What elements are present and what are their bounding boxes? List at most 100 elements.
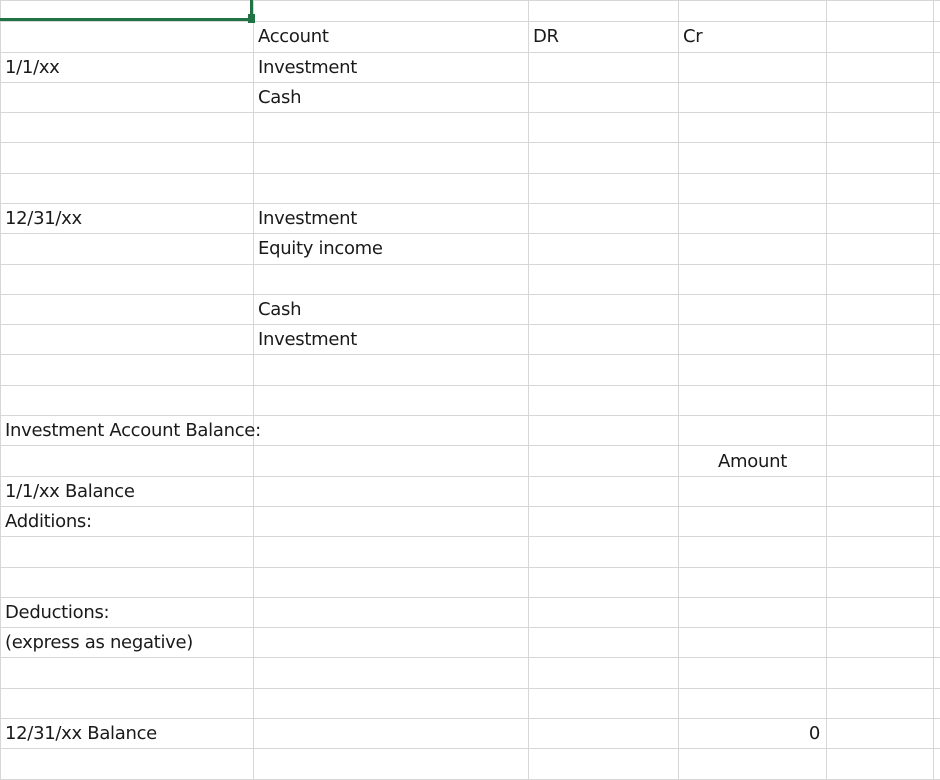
cell[interactable]	[826, 687, 934, 720]
cell[interactable]	[826, 384, 934, 417]
dr-cell[interactable]	[528, 324, 679, 356]
amount-cell[interactable]	[678, 475, 827, 507]
amount-cell[interactable]	[678, 566, 827, 598]
cell[interactable]	[528, 415, 679, 447]
account-cell[interactable]	[253, 354, 529, 386]
deductions-label[interactable]: Deductions:	[0, 596, 254, 629]
cell[interactable]	[528, 566, 679, 598]
cell[interactable]	[826, 748, 934, 780]
cell[interactable]	[933, 687, 940, 720]
cell[interactable]	[933, 81, 940, 114]
cell[interactable]	[528, 445, 679, 477]
cell[interactable]	[0, 142, 254, 174]
cell[interactable]	[0, 233, 254, 265]
cell[interactable]	[0, 384, 254, 417]
account-cell[interactable]: Investment	[253, 202, 529, 235]
cell[interactable]	[933, 202, 940, 235]
cell[interactable]	[826, 293, 934, 326]
account-header-cell[interactable]: Account	[253, 21, 529, 53]
dr-cell[interactable]	[528, 384, 679, 417]
cell[interactable]	[528, 475, 679, 507]
cell[interactable]	[933, 536, 940, 568]
cell[interactable]	[933, 354, 940, 386]
cell[interactable]	[528, 627, 679, 659]
dr-cell[interactable]	[528, 112, 679, 144]
cell[interactable]	[253, 718, 529, 750]
cell[interactable]	[933, 445, 940, 477]
cell[interactable]	[826, 0, 934, 23]
cell[interactable]	[528, 536, 679, 568]
cell[interactable]	[678, 748, 827, 780]
fill-handle[interactable]	[248, 14, 255, 23]
dr-cell[interactable]	[528, 81, 679, 114]
cr-cell[interactable]	[678, 142, 827, 174]
cr-cell[interactable]	[678, 81, 827, 114]
cell[interactable]	[0, 687, 254, 720]
cell[interactable]	[253, 0, 529, 23]
cell[interactable]	[0, 324, 254, 356]
cell[interactable]	[933, 505, 940, 538]
cell[interactable]	[678, 415, 827, 447]
cell[interactable]	[826, 718, 934, 750]
cell[interactable]	[826, 21, 934, 53]
cell[interactable]	[0, 293, 254, 326]
cell[interactable]	[933, 293, 940, 326]
cell[interactable]	[253, 748, 529, 780]
amount-cell[interactable]	[678, 505, 827, 538]
closing-balance-value[interactable]: 0	[678, 718, 827, 750]
cell[interactable]	[826, 657, 934, 689]
cell[interactable]	[0, 445, 254, 477]
account-cell[interactable]: Cash	[253, 81, 529, 114]
cell[interactable]	[528, 748, 679, 780]
cell[interactable]	[253, 475, 529, 507]
cell[interactable]	[253, 536, 529, 568]
cell[interactable]	[0, 657, 254, 689]
opening-balance-label[interactable]: 1/1/xx Balance	[0, 475, 254, 507]
cell[interactable]	[0, 566, 254, 598]
cell[interactable]	[933, 384, 940, 417]
dr-cell[interactable]	[528, 51, 679, 83]
cr-cell[interactable]	[678, 172, 827, 204]
cell[interactable]	[933, 475, 940, 507]
cell[interactable]	[826, 354, 934, 386]
cell[interactable]	[933, 596, 940, 629]
cell[interactable]	[0, 748, 254, 780]
cell[interactable]	[933, 566, 940, 598]
cell[interactable]	[0, 21, 254, 53]
deductions-note[interactable]: (express as negative)	[0, 627, 254, 659]
cell[interactable]	[0, 81, 254, 114]
cell[interactable]	[933, 627, 940, 659]
cell[interactable]	[826, 233, 934, 265]
dr-cell[interactable]	[528, 263, 679, 295]
cell[interactable]	[528, 687, 679, 720]
cell[interactable]	[253, 566, 529, 598]
closing-balance-label[interactable]: 12/31/xx Balance	[0, 718, 254, 750]
cell[interactable]	[0, 354, 254, 386]
dr-cell[interactable]	[528, 233, 679, 265]
balance-title-cell[interactable]: Investment Account Balance:	[0, 415, 261, 447]
account-cell[interactable]	[253, 263, 529, 295]
cell[interactable]	[826, 627, 934, 659]
dr-cell[interactable]	[528, 354, 679, 386]
cr-header-cell[interactable]: Cr	[678, 21, 827, 53]
dr-cell[interactable]	[528, 293, 679, 326]
account-cell[interactable]	[253, 112, 529, 144]
cell[interactable]	[933, 657, 940, 689]
amount-cell[interactable]	[678, 596, 827, 629]
cell[interactable]	[0, 172, 254, 204]
cell[interactable]	[826, 172, 934, 204]
cr-cell[interactable]	[678, 354, 827, 386]
cr-cell[interactable]	[678, 324, 827, 356]
account-cell[interactable]: Cash	[253, 293, 529, 326]
cell[interactable]	[253, 596, 529, 629]
cell[interactable]	[826, 81, 934, 114]
account-cell[interactable]: Investment	[253, 51, 529, 83]
cell[interactable]	[933, 324, 940, 356]
cell[interactable]	[253, 657, 529, 689]
cr-cell[interactable]	[678, 384, 827, 417]
date-cell[interactable]: 12/31/xx	[0, 202, 254, 235]
cell[interactable]	[933, 142, 940, 174]
cell[interactable]	[826, 324, 934, 356]
amount-cell[interactable]	[678, 627, 827, 659]
amount-cell[interactable]	[678, 657, 827, 689]
